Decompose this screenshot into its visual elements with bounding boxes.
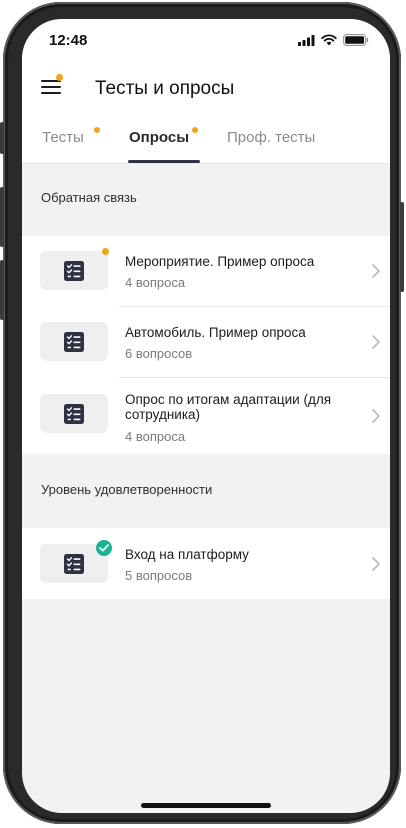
section-header: Обратная связь	[22, 164, 390, 236]
new-badge-dot	[102, 248, 109, 255]
wifi-icon	[321, 34, 337, 46]
survey-title: Автомобиль. Пример опроса	[125, 325, 306, 340]
survey-thumbnail	[40, 251, 108, 290]
survey-title: Вход на платформу	[125, 547, 249, 562]
survey-list: Мероприятие. Пример опроса 4 вопроса Авт…	[22, 236, 390, 454]
completed-badge	[96, 540, 112, 556]
screen: 12:48 Тесты и опросы Тесты Опросы Проф. …	[22, 19, 390, 813]
chevron-right-icon	[372, 557, 380, 571]
tab-label: Опросы	[129, 129, 190, 146]
active-tab-indicator	[128, 160, 200, 163]
section-title: Уровень удовлетворенности	[41, 482, 213, 497]
hamburger-menu-icon[interactable]	[41, 74, 63, 96]
page-title: Тесты и опросы	[95, 78, 235, 99]
tab-label: Проф. тесты	[227, 129, 316, 146]
section-header: Уровень удовлетворенности	[22, 455, 390, 527]
phone-frame: 12:48 Тесты и опросы Тесты Опросы Проф. …	[0, 2, 404, 824]
list-item[interactable]: Вход на платформу 5 вопросов	[22, 528, 390, 599]
tab-prof-tests[interactable]: Проф. тесты	[227, 129, 315, 146]
survey-thumbnail	[40, 394, 108, 433]
home-indicator[interactable]	[141, 803, 271, 808]
survey-thumbnail	[40, 322, 108, 361]
app-header: Тесты и опросы	[22, 63, 390, 115]
survey-title: Опрос по итогам адаптации (для сотрудник…	[125, 392, 332, 422]
survey-title: Мероприятие. Пример опроса	[125, 254, 315, 269]
tab-bar: Тесты Опросы Проф. тесты	[22, 115, 390, 164]
survey-question-count: 6 вопросов	[125, 346, 193, 361]
survey-question-count: 4 вопроса	[125, 429, 186, 444]
list-item[interactable]: Мероприятие. Пример опроса 4 вопроса	[22, 236, 390, 306]
side-button	[0, 187, 4, 247]
chevron-right-icon	[372, 409, 380, 423]
signal-icon	[298, 34, 315, 46]
checklist-icon	[64, 260, 84, 281]
checklist-icon	[64, 331, 84, 352]
status-time: 12:48	[49, 32, 88, 49]
side-button	[0, 122, 4, 154]
checklist-icon	[64, 553, 84, 574]
status-icons	[298, 34, 369, 46]
tab-label: Тесты	[42, 129, 84, 146]
side-button	[0, 260, 4, 320]
tab-tests[interactable]: Тесты	[42, 129, 84, 146]
survey-question-count: 4 вопроса	[125, 275, 186, 290]
notification-dot	[56, 74, 63, 81]
side-button	[400, 202, 404, 292]
checklist-icon	[64, 403, 84, 424]
tab-surveys[interactable]: Опросы	[129, 129, 189, 146]
status-bar: 12:48	[22, 19, 390, 63]
list-item[interactable]: Автомобиль. Пример опроса 6 вопросов	[22, 307, 390, 377]
notification-dot	[192, 127, 198, 133]
battery-icon	[343, 34, 369, 46]
section-title: Обратная связь	[41, 190, 137, 205]
list-item[interactable]: Опрос по итогам адаптации (для сотрудник…	[22, 378, 390, 454]
survey-question-count: 5 вопросов	[125, 568, 193, 583]
checkmark-icon	[99, 544, 109, 552]
chevron-right-icon	[372, 264, 380, 278]
notification-dot	[94, 127, 100, 133]
survey-list: Вход на платформу 5 вопросов	[22, 528, 390, 599]
chevron-right-icon	[372, 335, 380, 349]
